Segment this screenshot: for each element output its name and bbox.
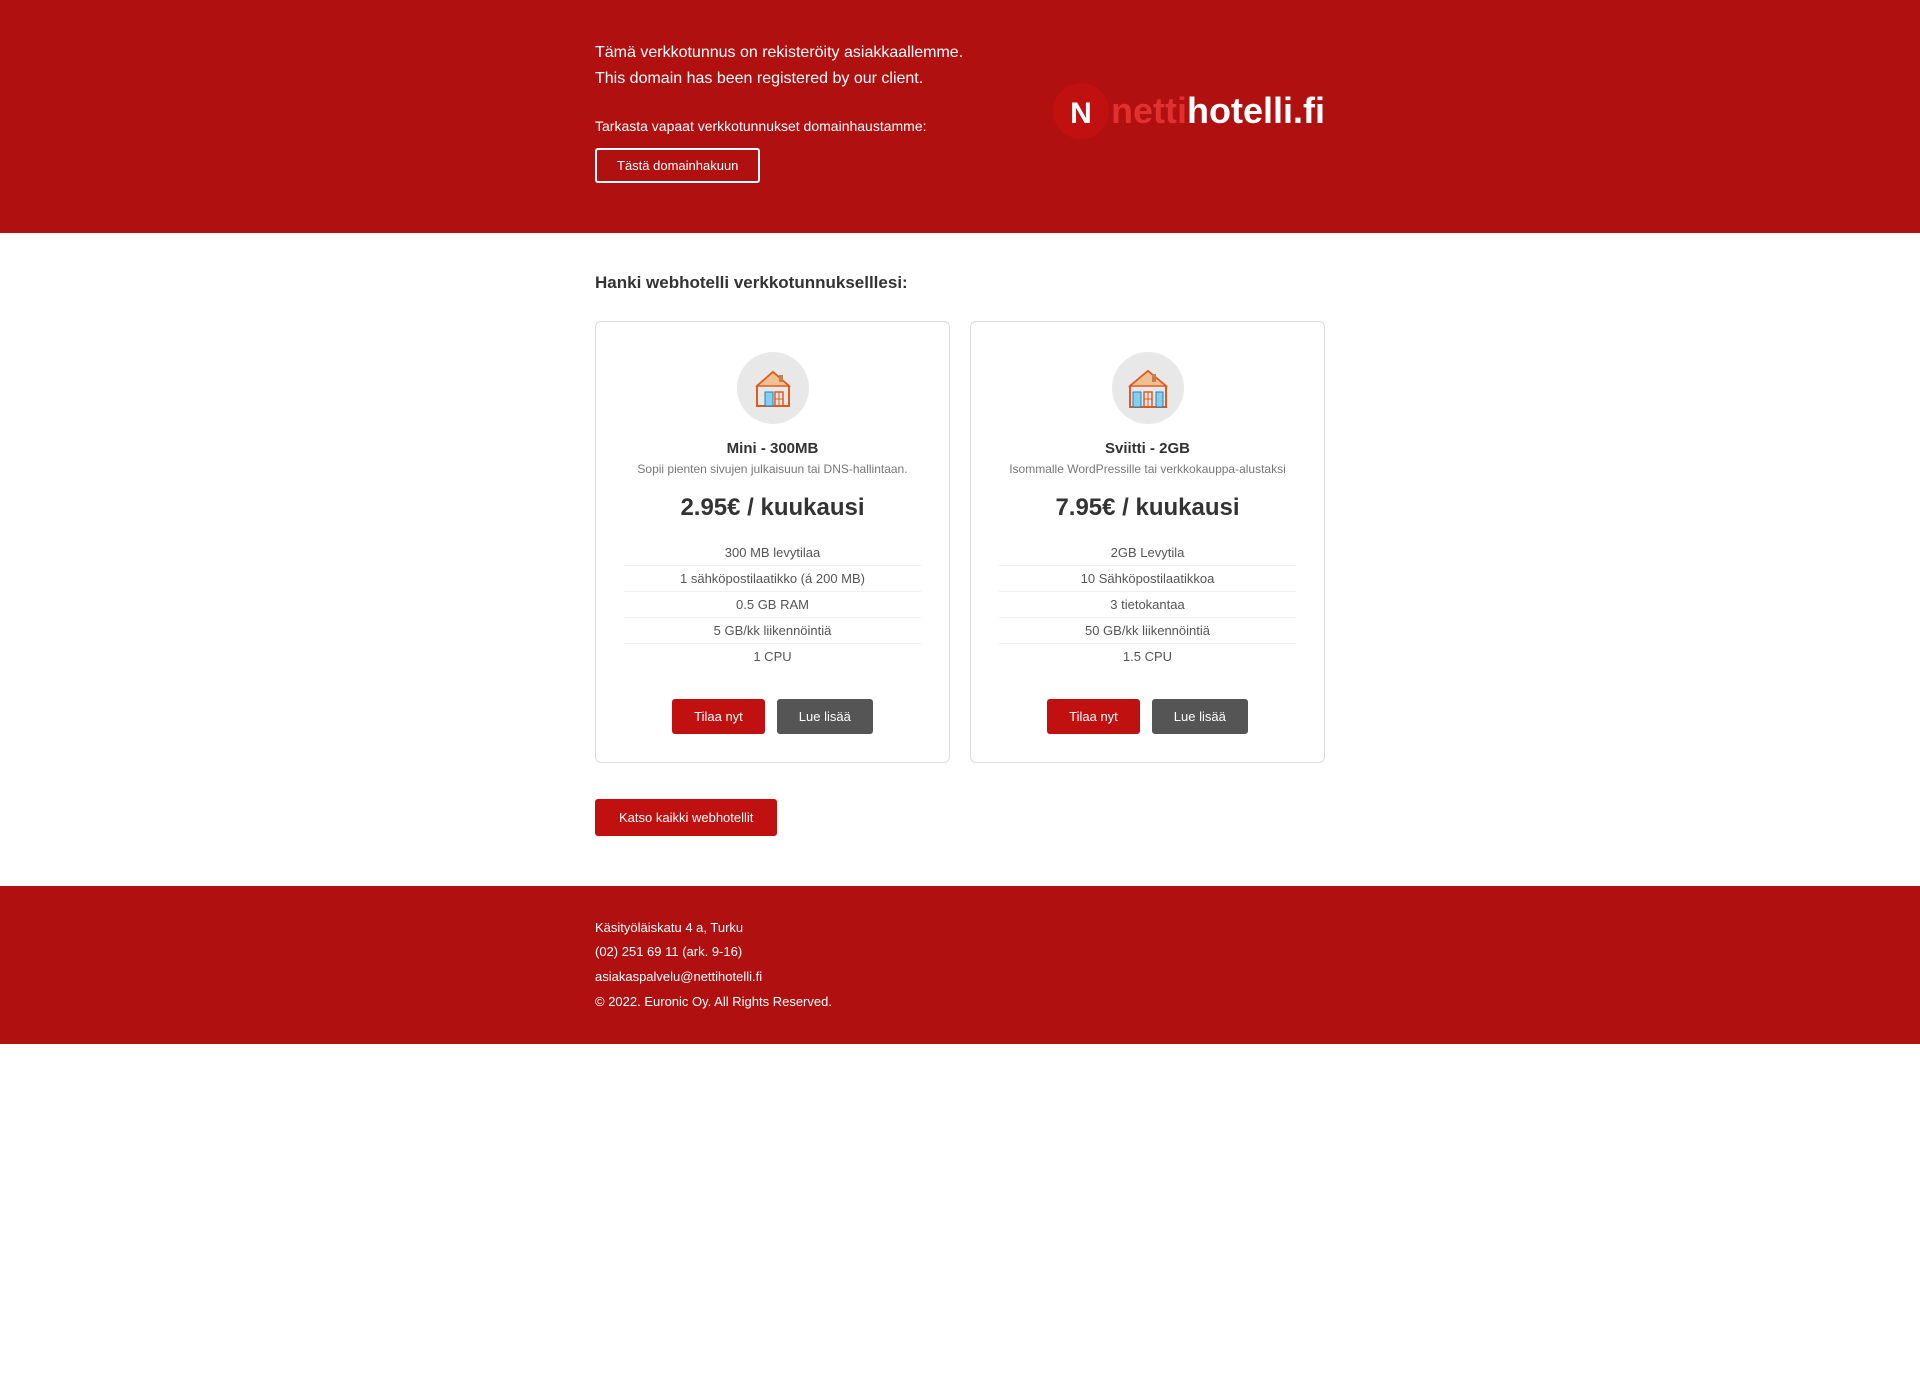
feature-item: 1 sähköpostilaatikko (á 200 MB) (624, 566, 921, 592)
footer-phone: (02) 251 69 11 (ark. 9-16) (595, 940, 1325, 965)
cards-row: Mini - 300MB Sopii pienten sivujen julka… (595, 321, 1325, 763)
mini-order-button[interactable]: Tilaa nyt (672, 699, 765, 734)
footer-copyright: © 2022. Euronic Oy. All Rights Reserved. (595, 990, 1325, 1015)
domain-search-label: Tarkasta vapaat verkkotunnukset domainha… (595, 115, 927, 137)
hero-text: Tämä verkkotunnus on rekisteröity asiakk… (595, 40, 1051, 183)
all-webhotels-button[interactable]: Katso kaikki webhotellit (595, 799, 777, 836)
house-large-icon (1126, 366, 1170, 410)
feature-item: 300 MB levytilaa (624, 540, 921, 566)
feature-item: 3 tietokantaa (999, 592, 1296, 618)
feature-item: 1.5 CPU (999, 644, 1296, 669)
logo-text: nettihotelli.fi (1111, 90, 1325, 132)
feature-item: 2GB Levytila (999, 540, 1296, 566)
footer-email: asiakaspalvelu@nettihotelli.fi (595, 965, 1325, 990)
card-mini-price: 2.95€ / kuukausi (624, 494, 921, 522)
card-sviitti-icon-wrap (1112, 352, 1184, 424)
card-mini-features: 300 MB levytilaa 1 sähköpostilaatikko (á… (624, 540, 921, 669)
card-sviitti: Sviitti - 2GB Isommalle WordPressille ta… (970, 321, 1325, 763)
card-sviitti-tagline: Isommalle WordPressille tai verkkokauppa… (999, 462, 1296, 476)
section-title: Hanki webhotelli verkkotunnukselllesi: (595, 273, 1325, 293)
main-content: Hanki webhotelli verkkotunnukselllesi: (0, 233, 1920, 886)
footer-address: Käsityöläiskatu 4 a, Turku (595, 916, 1325, 941)
feature-item: 1 CPU (624, 644, 921, 669)
logo-colored: netti (1111, 90, 1187, 131)
hero-line1: Tämä verkkotunnus on rekisteröity asiakk… (595, 40, 1051, 66)
house-icon (751, 366, 795, 410)
logo: N nettihotelli.fi (1051, 81, 1325, 141)
logo-white: hotelli.fi (1187, 90, 1325, 131)
sviitti-order-button[interactable]: Tilaa nyt (1047, 699, 1140, 734)
mini-more-button[interactable]: Lue lisää (777, 699, 873, 734)
card-mini-buttons: Tilaa nyt Lue lisää (624, 699, 921, 734)
card-mini-name: Mini - 300MB (624, 440, 921, 457)
feature-item: 50 GB/kk liikennöintiä (999, 618, 1296, 644)
domain-search-button[interactable]: Tästä domainhakuun (595, 148, 760, 183)
feature-item: 10 Sähköpostilaatikkoa (999, 566, 1296, 592)
logo-icon: N (1051, 81, 1111, 141)
card-sviitti-buttons: Tilaa nyt Lue lisää (999, 699, 1296, 734)
all-webhotels-wrap: Katso kaikki webhotellit (595, 799, 1325, 836)
feature-item: 0.5 GB RAM (624, 592, 921, 618)
card-mini: Mini - 300MB Sopii pienten sivujen julka… (595, 321, 950, 763)
feature-item: 5 GB/kk liikennöintiä (624, 618, 921, 644)
hero-section: Tämä verkkotunnus on rekisteröity asiakk… (0, 0, 1920, 233)
card-sviitti-price: 7.95€ / kuukausi (999, 494, 1296, 522)
card-sviitti-features: 2GB Levytila 10 Sähköpostilaatikkoa 3 ti… (999, 540, 1296, 669)
card-sviitti-name: Sviitti - 2GB (999, 440, 1296, 457)
footer-email-link[interactable]: asiakaspalvelu@nettihotelli.fi (595, 969, 762, 984)
card-mini-icon-wrap (737, 352, 809, 424)
card-mini-tagline: Sopii pienten sivujen julkaisuun tai DNS… (624, 462, 921, 476)
sviitti-more-button[interactable]: Lue lisää (1152, 699, 1248, 734)
footer: Käsityöläiskatu 4 a, Turku (02) 251 69 1… (0, 886, 1920, 1045)
hero-line2: This domain has been registered by our c… (595, 66, 1051, 92)
svg-text:N: N (1070, 97, 1092, 130)
